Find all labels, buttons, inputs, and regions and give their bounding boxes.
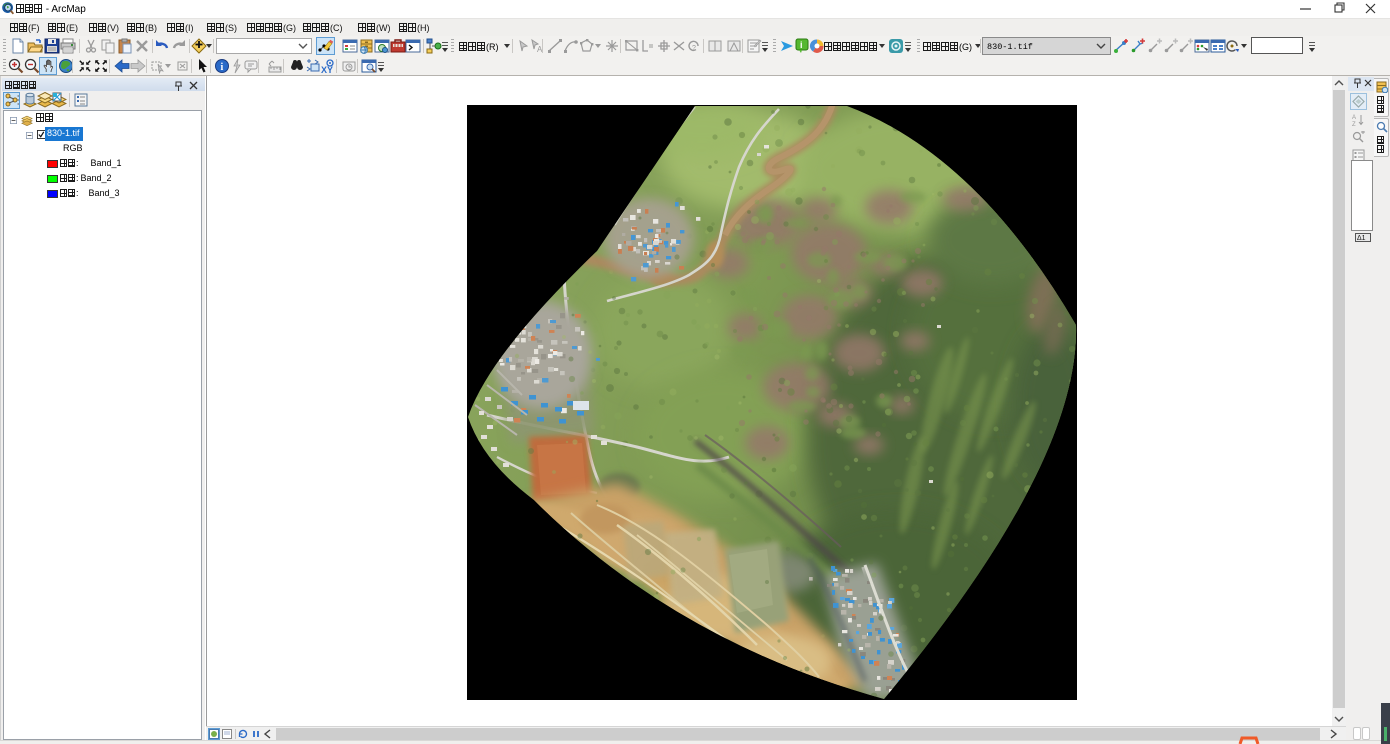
svg-text:i: i — [221, 62, 224, 73]
svg-text:?: ? — [692, 45, 696, 52]
svg-text:Z: Z — [1352, 122, 1356, 126]
svg-text:A: A — [1352, 115, 1356, 121]
svg-text:XY: XY — [321, 65, 333, 74]
svg-text:i: i — [800, 40, 803, 50]
svg-text:Δ1: Δ1 — [1357, 235, 1366, 242]
